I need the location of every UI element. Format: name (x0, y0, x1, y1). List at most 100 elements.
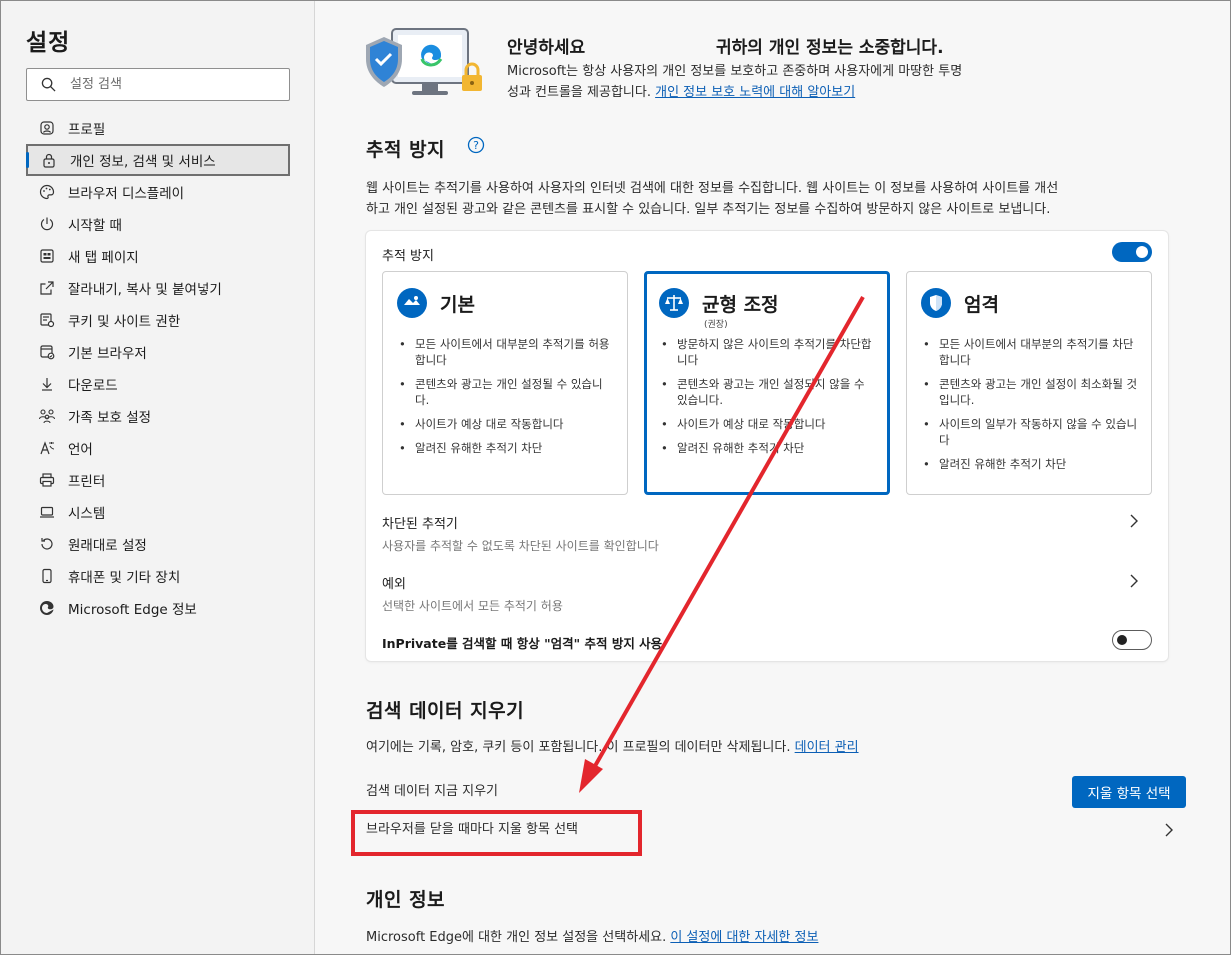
option-bullet: 콘텐츠와 광고는 개인 설정될 수 있습니다. (399, 376, 615, 408)
option-header: 엄격 (921, 288, 999, 318)
privacy-efforts-link[interactable]: 개인 정보 보호 노력에 대해 알아보기 (655, 85, 855, 100)
privacy-desc-text: Microsoft Edge에 대한 개인 정보 설정을 선택하세요. (366, 930, 667, 945)
sidebar-item-system[interactable]: 시스템 (26, 496, 290, 528)
reset-icon (38, 535, 56, 553)
sidebar-item-label: 가족 보호 설정 (68, 410, 152, 426)
sidebar-item-label: Microsoft Edge 정보 (68, 602, 197, 618)
tracking-desc-line1: 웹 사이트는 추적기를 사용하여 사용자의 인터넷 검색에 대한 정보를 수집합… (366, 181, 1059, 196)
option-recommended: (권장) (704, 320, 728, 330)
exceptions-subtitle: 선택한 사이트에서 모든 추적기 허용 (382, 599, 563, 613)
laptop-icon (38, 503, 56, 521)
option-bullets: 방문하지 않은 사이트의 추적기를 차단합니다 콘텐츠와 광고는 개인 설정되지… (661, 336, 877, 464)
sidebar-item-label: 시스템 (68, 506, 106, 522)
share-icon (38, 279, 56, 297)
hero-greeting: 안녕하세요 (507, 38, 586, 58)
inprivate-strict-row: InPrivate를 검색할 때 항상 "엄격" 추적 방지 사용 (382, 633, 1152, 652)
settings-sidebar: 설정 프로필 개인 정보, 검색 및 서비스 브라우저 디스플레이 시작할 때 … (1, 1, 315, 954)
settings-search-box[interactable] (26, 68, 290, 101)
help-icon[interactable]: ? (467, 136, 485, 154)
privacy-illustration (366, 28, 482, 95)
shield-icon (921, 288, 951, 318)
sidebar-item-label: 쿠키 및 사이트 권한 (68, 314, 181, 330)
privacy-more-info-link[interactable]: 이 설정에 대한 자세한 정보 (670, 930, 818, 945)
option-bullet: 사이트가 예상 대로 작동합니다 (399, 416, 615, 432)
lock-icon (40, 151, 58, 169)
sidebar-item-new-tab[interactable]: 새 탭 페이지 (26, 240, 290, 272)
sidebar-item-share-copy-paste[interactable]: 잘라내기, 복사 및 붙여넣기 (26, 272, 290, 304)
sidebar-title: 설정 (26, 30, 71, 56)
tracking-card-label: 추적 방지 (382, 249, 434, 264)
manage-data-link[interactable]: 데이터 관리 (795, 740, 859, 755)
privacy-heading: 개인 정보 (366, 889, 446, 911)
sidebar-item-label: 휴대폰 및 기타 장치 (68, 570, 181, 586)
sidebar-item-cookies[interactable]: 쿠키 및 사이트 권한 (26, 304, 290, 336)
search-icon (41, 77, 56, 92)
option-bullet: 콘텐츠와 광고는 개인 설정이 최소화될 것입니다. (923, 376, 1139, 408)
exceptions-title: 예외 (382, 577, 406, 592)
sidebar-item-label: 잘라내기, 복사 및 붙여넣기 (68, 282, 222, 298)
option-bullet: 모든 사이트에서 대부분의 추적기를 차단합니다 (923, 336, 1139, 368)
sidebar-item-default-browser[interactable]: 기본 브라우저 (26, 336, 290, 368)
chevron-right-icon[interactable] (1164, 822, 1174, 838)
inprivate-strict-label: InPrivate를 검색할 때 항상 "엄격" 추적 방지 사용 (382, 636, 663, 651)
sidebar-item-privacy[interactable]: 개인 정보, 검색 및 서비스 (26, 144, 290, 176)
option-bullet: 콘텐츠와 광고는 개인 설정되지 않을 수 있습니다. (661, 376, 877, 408)
option-bullet: 알려진 유해한 추적기 차단 (661, 440, 877, 456)
blocked-trackers-subtitle: 사용자를 추적할 수 없도록 차단된 사이트를 확인합니다 (382, 539, 659, 553)
sidebar-item-printers[interactable]: 프린터 (26, 464, 290, 496)
tracking-option-balanced[interactable]: 균형 조정 (권장) 방문하지 않은 사이트의 추적기를 차단합니다 콘텐츠와 … (644, 271, 890, 495)
settings-nav: 프로필 개인 정보, 검색 및 서비스 브라우저 디스플레이 시작할 때 새 탭… (26, 112, 290, 624)
sidebar-item-languages[interactable]: 언어 (26, 432, 290, 464)
sidebar-item-label: 원래대로 설정 (68, 538, 147, 554)
sidebar-item-family[interactable]: 가족 보호 설정 (26, 400, 290, 432)
option-title: 엄격 (964, 293, 999, 316)
chevron-right-icon[interactable] (1129, 573, 1139, 589)
sidebar-item-phone[interactable]: 휴대폰 및 기타 장치 (26, 560, 290, 592)
settings-search-input[interactable] (70, 77, 270, 92)
settings-main: 안녕하세요 귀하의 개인 정보는 소중합니다. Microsoft는 항상 사용… (316, 1, 1230, 954)
tracking-description: 웹 사이트는 추적기를 사용하여 사용자의 인터넷 검색에 대한 정보를 수집합… (366, 178, 1186, 220)
inprivate-strict-toggle[interactable] (1112, 630, 1152, 650)
tracking-toggle[interactable] (1112, 242, 1152, 262)
language-icon (38, 439, 56, 457)
sidebar-item-label: 언어 (68, 442, 93, 458)
family-icon (38, 407, 56, 425)
tracking-option-basic[interactable]: 기본 모든 사이트에서 대부분의 추적기를 허용합니다 콘텐츠와 광고는 개인 … (382, 271, 628, 495)
printer-icon (38, 471, 56, 489)
phone-icon (38, 567, 56, 585)
clear-now-label: 검색 데이터 지금 지우기 (366, 784, 498, 799)
sidebar-item-label: 새 탭 페이지 (68, 250, 139, 266)
tracking-option-strict[interactable]: 엄격 모든 사이트에서 대부분의 추적기를 차단합니다 콘텐츠와 광고는 개인 … (906, 271, 1152, 495)
option-bullet: 방문하지 않은 사이트의 추적기를 차단합니다 (661, 336, 877, 368)
sidebar-item-downloads[interactable]: 다운로드 (26, 368, 290, 400)
hero-desc-line1: Microsoft는 항상 사용자의 개인 정보를 보호하고 존중하며 사용자에… (507, 64, 963, 79)
power-icon (38, 215, 56, 233)
exceptions-row[interactable]: 예외 선택한 사이트에서 모든 추적기 허용 (382, 573, 1152, 614)
sidebar-item-label: 시작할 때 (68, 218, 122, 234)
hero-description: Microsoft는 항상 사용자의 개인 정보를 보호하고 존중하며 사용자에… (507, 61, 1047, 103)
sidebar-item-label: 프로필 (68, 122, 106, 138)
chevron-right-icon[interactable] (1129, 513, 1139, 529)
option-bullet: 알려진 유해한 추적기 차단 (923, 456, 1139, 472)
option-bullets: 모든 사이트에서 대부분의 추적기를 차단합니다 콘텐츠와 광고는 개인 설정이… (923, 336, 1139, 480)
blocked-trackers-row[interactable]: 차단된 추적기 사용자를 추적할 수 없도록 차단된 사이트를 확인합니다 (382, 513, 1152, 554)
browser-icon (38, 343, 56, 361)
sidebar-item-label: 개인 정보, 검색 및 서비스 (70, 154, 216, 170)
sidebar-item-about-edge[interactable]: Microsoft Edge 정보 (26, 592, 290, 624)
sidebar-item-on-startup[interactable]: 시작할 때 (26, 208, 290, 240)
clear-on-close-row[interactable]: 브라우저를 닫을 때마다 지울 항목 선택 (366, 819, 578, 840)
option-title: 균형 조정 (702, 293, 779, 316)
clear-data-description: 여기에는 기록, 암호, 쿠키 등이 포함됩니다. 이 프로필의 데이터만 삭제… (366, 737, 1186, 758)
edge-icon (38, 599, 56, 617)
basic-icon (397, 288, 427, 318)
tracking-heading: 추적 방지 (366, 139, 446, 161)
choose-what-to-clear-button[interactable]: 지울 항목 선택 (1072, 776, 1186, 808)
tracking-card: 추적 방지 기본 모든 사이트에서 대부분의 추적기를 허용합니다 콘텐츠와 광… (366, 231, 1168, 661)
download-icon (38, 375, 56, 393)
sidebar-item-reset[interactable]: 원래대로 설정 (26, 528, 290, 560)
option-title: 기본 (440, 293, 475, 316)
sidebar-item-appearance[interactable]: 브라우저 디스플레이 (26, 176, 290, 208)
clear-data-heading: 검색 데이터 지우기 (366, 700, 525, 722)
sidebar-item-profile[interactable]: 프로필 (26, 112, 290, 144)
balance-scale-icon (659, 288, 689, 318)
